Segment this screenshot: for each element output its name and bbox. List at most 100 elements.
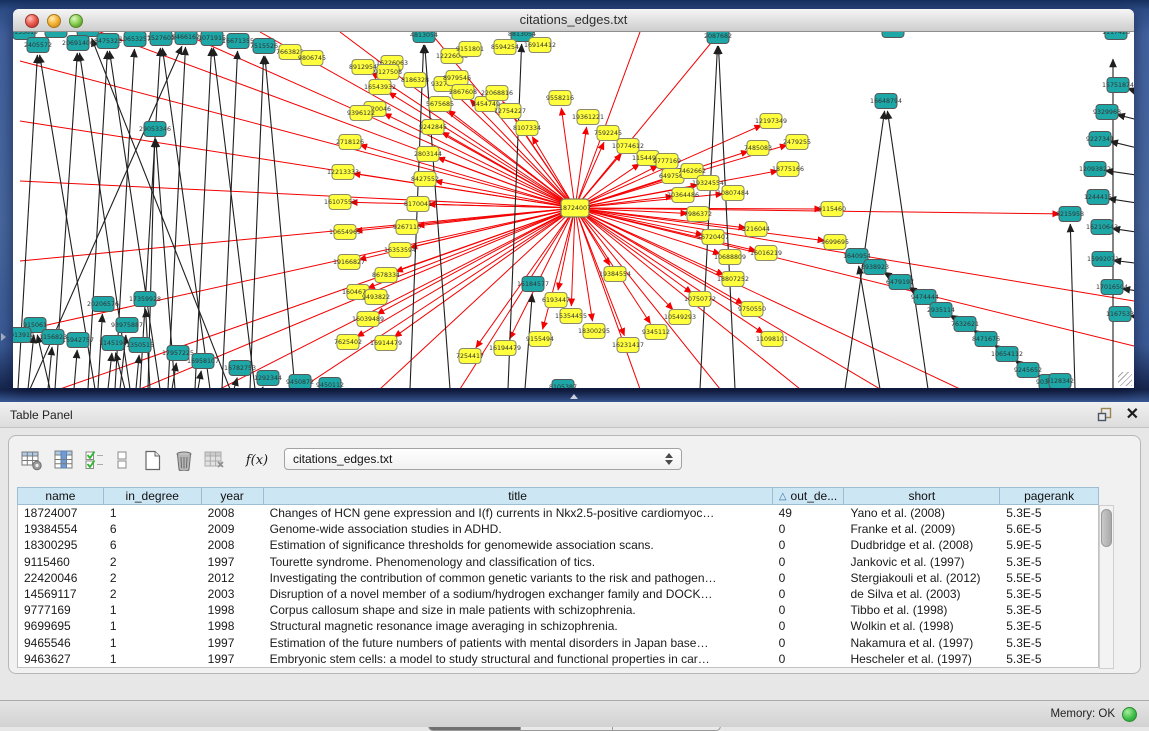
- graph-node-label: 10654112: [991, 351, 1023, 358]
- column-header-title[interactable]: title: [264, 488, 773, 504]
- table-cell: 0: [773, 652, 845, 666]
- graph-edge: [1070, 224, 1075, 388]
- table-select-dropdown[interactable]: citations_edges.txt: [284, 448, 682, 470]
- graph-node-label: 8594254: [491, 44, 519, 51]
- graph-edge: [136, 355, 139, 388]
- window-resize-grip[interactable]: [1118, 372, 1132, 386]
- graph-edge: [198, 371, 201, 388]
- table-row[interactable]: 969969511998Structural magnetic resonanc…: [18, 618, 1098, 634]
- column-header-pagerank[interactable]: pagerank: [1000, 488, 1098, 504]
- table-cell: 1: [104, 652, 202, 666]
- table-cell: 19384554: [18, 522, 104, 536]
- table-cell: Dudbridge et al. (2008): [844, 538, 1000, 552]
- graph-node-label: 5675685: [426, 101, 454, 108]
- column-header-short[interactable]: short: [844, 488, 1000, 504]
- graph-edge: [140, 48, 160, 388]
- table-row[interactable]: 1456911722003Disruption of a novel membe…: [18, 586, 1098, 602]
- graph-node-label: 9153019: [13, 32, 38, 36]
- scrollbar-thumb[interactable]: [1101, 509, 1112, 547]
- graph-node-label: 10750772: [684, 296, 716, 303]
- graph-node-label: 15354455: [555, 313, 587, 320]
- table-settings-button[interactable]: [17, 446, 47, 474]
- table-row[interactable]: 911546021997Tourette syndrome. Phenomeno…: [18, 554, 1098, 570]
- graph-node-label: 9329968: [1093, 109, 1121, 116]
- table-row[interactable]: 1872400712008Changes of HCN gene express…: [18, 505, 1098, 521]
- graph-node-label: 2087682: [704, 33, 732, 40]
- zoom-window-icon[interactable]: [69, 14, 83, 28]
- table-row[interactable]: 2242004622012Investigating the contribut…: [18, 570, 1098, 586]
- graph-node-label: 1527602: [147, 35, 175, 42]
- minimize-window-icon[interactable]: [47, 14, 61, 28]
- column-edit-button[interactable]: [47, 446, 81, 474]
- function-builder-button[interactable]: f(x): [237, 446, 277, 474]
- graph-edge: [262, 387, 263, 388]
- network-canvas[interactable]: 9153019794017386401732405572206914068475…: [13, 32, 1134, 388]
- graph-node-label: 1117428: [1102, 32, 1130, 36]
- table-row[interactable]: 977716911998Corpus callosum shape and si…: [18, 602, 1098, 618]
- table-cell: 9465546: [18, 636, 104, 650]
- graph-node-label: 8938923: [861, 264, 889, 271]
- close-panel-icon[interactable]: ✕: [1126, 407, 1139, 422]
- graph-edge: [213, 48, 255, 388]
- table-row[interactable]: 1830029562008Estimation of significance …: [18, 537, 1098, 553]
- table-cell: 1997: [202, 555, 264, 569]
- table-cell: Stergiakouli et al. (2012): [844, 571, 1000, 585]
- graph-node-label: 15942757: [62, 337, 94, 344]
- table-vertical-scrollbar[interactable]: [1099, 505, 1114, 669]
- select-all-rows-button[interactable]: [81, 446, 109, 474]
- column-header-name[interactable]: name: [18, 488, 104, 504]
- graph-node-label: 18724007: [559, 205, 591, 212]
- column-header-in_degree[interactable]: in_degree: [104, 488, 202, 504]
- close-window-icon[interactable]: [25, 14, 39, 28]
- table-cell: Jankovic et al. (1997): [844, 555, 1000, 569]
- table-row[interactable]: 946554611997Estimation of the future num…: [18, 635, 1098, 651]
- graph-node-label: 7940173: [42, 32, 70, 34]
- table-cell: 0: [773, 587, 845, 601]
- table-row[interactable]: 1938455462009Genome-wide association stu…: [18, 521, 1098, 537]
- table-browser-box: f(x) citations_edges.txt namein_degreeye…: [8, 435, 1141, 674]
- table-cell: 0: [773, 522, 845, 536]
- graph-node-label: 2405572: [24, 42, 52, 49]
- table-cell: 5.3E-5: [1000, 555, 1098, 569]
- graph-node-label: 16107553: [324, 199, 356, 206]
- table-cell: Embryonic stem cells: a model to study s…: [264, 652, 773, 666]
- sort-ascending-icon: △: [779, 491, 787, 502]
- import-table-button-disabled: [199, 446, 229, 474]
- node-table: namein_degreeyeartitle△out_de...shortpag…: [17, 487, 1099, 668]
- graph-node-label: 18775166: [772, 166, 804, 173]
- table-body: 1872400712008Changes of HCN gene express…: [17, 505, 1099, 668]
- graph-node-label: 9115460: [818, 206, 846, 213]
- graph-node-label: 20206576: [87, 301, 119, 308]
- graph-node-label: 10549293: [664, 314, 696, 321]
- table-cell: 1: [104, 603, 202, 617]
- table-cell: 9777169: [18, 603, 104, 617]
- table-cell: 5.3E-5: [1000, 636, 1098, 650]
- graph-node-label: 2479255: [783, 139, 811, 146]
- empty-checkboxes-icon: [115, 450, 129, 470]
- collapsed-sidebar-handle[interactable]: [1, 333, 6, 341]
- graph-node-label: 8107334: [513, 125, 541, 132]
- column-header-year[interactable]: year: [202, 488, 264, 504]
- table-cell: 0: [773, 538, 845, 552]
- graph-node-label: 15751874: [1102, 82, 1134, 89]
- table-cell: 6: [104, 538, 202, 552]
- table-row[interactable]: 946362711997Embryonic stem cells: a mode…: [18, 651, 1098, 667]
- table-cell: 0: [773, 619, 845, 633]
- graph-node-label: 9806745: [298, 55, 326, 62]
- new-table-button[interactable]: [135, 446, 169, 474]
- panel-splitter-grip[interactable]: [570, 394, 578, 399]
- graph-node-label: 17016504: [1096, 284, 1128, 291]
- table-cell: 5.3E-5: [1000, 619, 1098, 633]
- dropdown-stepper-icon: [665, 453, 673, 465]
- delete-attribute-button[interactable]: [169, 446, 199, 474]
- float-panel-icon[interactable]: [1097, 407, 1112, 422]
- table-cell: 1998: [202, 603, 264, 617]
- clear-selection-button[interactable]: [109, 446, 135, 474]
- table-cell: Genome-wide association studies in ADHD.: [264, 522, 773, 536]
- graph-node-label: 19384554: [599, 271, 631, 278]
- network-window-titlebar[interactable]: citations_edges.txt: [13, 9, 1134, 32]
- graph-node-label: 9227341: [1086, 136, 1114, 143]
- column-header-out_de[interactable]: △out_de...: [773, 488, 845, 504]
- table-panel-title: Table Panel: [10, 408, 73, 422]
- trash-icon: [174, 450, 194, 471]
